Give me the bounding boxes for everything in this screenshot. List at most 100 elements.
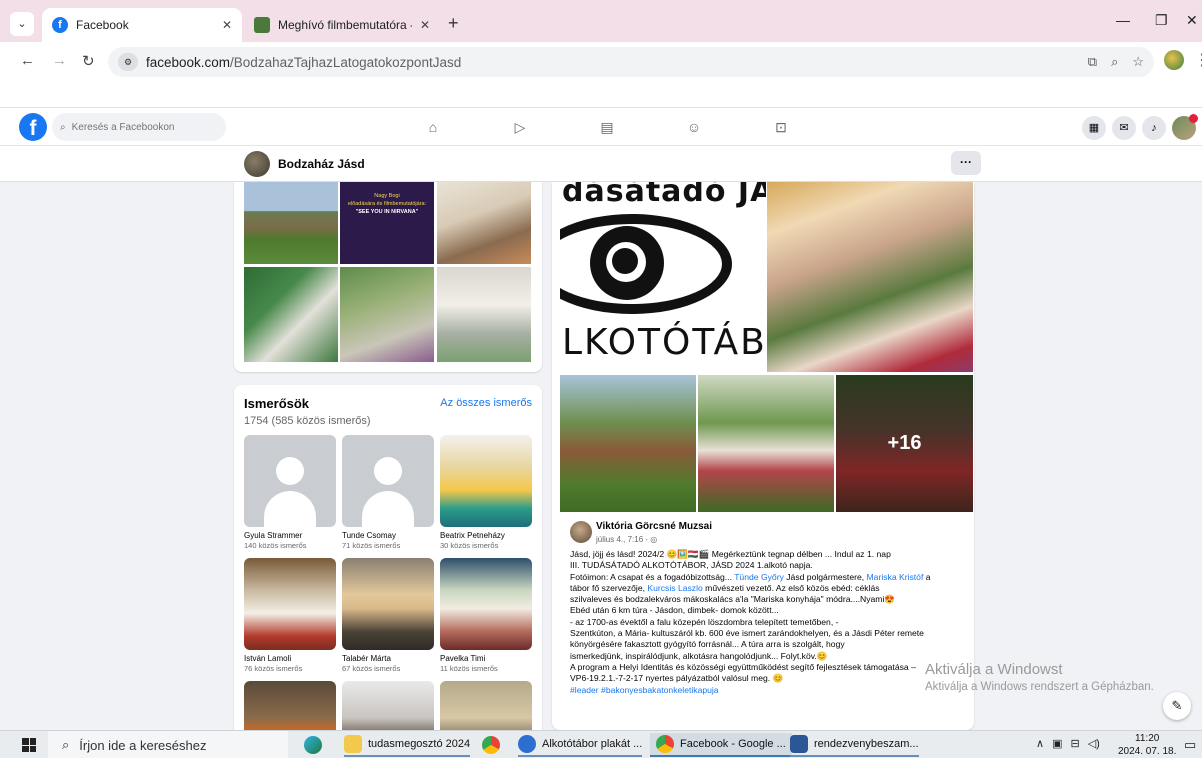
facebook-logo-icon[interactable]: f	[19, 113, 47, 141]
restore-icon[interactable]: ❐	[1155, 12, 1168, 29]
friend-item[interactable]: Talabér Márta 67 közös ismerős	[342, 558, 434, 673]
tab-search-button[interactable]: ⌄	[10, 12, 34, 36]
taskbar-app-edge[interactable]	[304, 733, 322, 757]
post-photo-poster[interactable]: dásátadó JÁS LKOTÓTÁB	[560, 182, 766, 372]
post-photo-house[interactable]	[560, 375, 696, 512]
friend-name[interactable]: Tunde Csomay	[342, 531, 434, 540]
friend-name[interactable]: István Lamoli	[244, 654, 336, 663]
friend-photo[interactable]	[244, 435, 336, 527]
photo-thumbnail[interactable]	[437, 182, 531, 264]
friend-item[interactable]	[342, 681, 434, 730]
see-all-friends-link[interactable]: Az összes ismerős	[440, 397, 532, 409]
friend-photo[interactable]	[440, 435, 532, 527]
friend-item[interactable]	[440, 681, 532, 730]
search-input[interactable]	[71, 121, 212, 133]
hashtag-links[interactable]: #leader #bakonyesbakatonkeletikapuja	[570, 685, 970, 696]
friend-photo[interactable]	[342, 558, 434, 650]
friend-photo[interactable]	[244, 558, 336, 650]
taskbar-app-folder[interactable]: tudasmegosztó 2024	[344, 733, 471, 757]
page-avatar[interactable]	[244, 151, 270, 177]
friend-item[interactable]: István Lamoli 76 közös ismerős	[244, 558, 336, 673]
friend-name[interactable]: Talabér Márta	[342, 654, 434, 663]
mention-link[interactable]: Kurcsis Laszlo	[647, 583, 702, 593]
friend-photo[interactable]	[342, 681, 434, 730]
tray-app-icon[interactable]: ▣	[1052, 737, 1062, 750]
post-line: Ebéd után 6 km túra - Jásdon, dimbek- do…	[570, 605, 779, 616]
groups-icon[interactable]: ☺	[684, 117, 704, 137]
close-window-icon[interactable]: ✕	[1186, 12, 1198, 29]
gaming-icon[interactable]: ⊡	[771, 117, 791, 137]
post-photo-garden[interactable]	[698, 375, 834, 512]
more-options-button[interactable]: ···	[951, 151, 981, 175]
messenger-icon[interactable]: ✉	[1112, 116, 1136, 140]
author-avatar[interactable]	[570, 521, 592, 543]
action-center-icon[interactable]: ▭	[1184, 737, 1196, 753]
close-icon[interactable]: ✕	[420, 18, 430, 32]
minimize-icon[interactable]: —	[1116, 12, 1130, 28]
post-author[interactable]: Viktória Görcsné Muzsai	[596, 521, 712, 532]
notifications-bell-icon[interactable]: ♪	[1142, 116, 1166, 140]
friend-item[interactable]: Pavelka Timi 11 közös ismerős	[440, 558, 532, 673]
clock-time: 11:20	[1135, 733, 1160, 744]
photo-thumbnail[interactable]	[244, 267, 338, 362]
post-card: dásátadó JÁS LKOTÓTÁB +16 Viktória Görcs…	[552, 182, 974, 730]
photo-thumbnail[interactable]	[340, 267, 434, 362]
taskbar-search[interactable]: ⌕ Írjon ide a kereséshez	[48, 731, 288, 758]
friend-name[interactable]: Pavelka Timi	[440, 654, 532, 663]
page-name[interactable]: Bodzaház Jásd	[278, 157, 365, 171]
reload-icon[interactable]: ↻	[82, 52, 95, 70]
tab-facebook[interactable]: f Facebook ✕	[42, 8, 242, 42]
volume-icon[interactable]: ◁)	[1088, 737, 1100, 750]
chevron-up-icon[interactable]: ∧	[1036, 737, 1044, 750]
new-message-button[interactable]: ✎	[1163, 692, 1191, 720]
photo-thumbnail[interactable]: Nagy Bogi előadására és filmbemutatójára…	[340, 182, 434, 264]
post-timestamp[interactable]: július 4., 7:16 · ◎	[596, 535, 657, 544]
forward-icon[interactable]: →	[52, 52, 67, 69]
activation-watermark-sub: Aktiválja a Windows rendszert a Gépházba…	[925, 681, 1154, 693]
browser-profile-avatar[interactable]	[1164, 50, 1184, 70]
marketplace-icon[interactable]: ▤	[597, 117, 617, 137]
post-line: könyörgésére fakasztott gyógyító forrásn…	[570, 639, 845, 650]
bookmark-star-icon[interactable]: ☆	[1132, 54, 1144, 70]
facebook-search[interactable]: ⌕	[52, 113, 226, 141]
photo-thumbnail[interactable]	[437, 267, 531, 362]
address-url[interactable]: facebook.com/BodzahazTajhazLatogatokozpo…	[146, 55, 461, 70]
menu-grid-icon[interactable]: ▦	[1082, 116, 1106, 140]
home-icon[interactable]: ⌂	[423, 117, 443, 137]
back-icon[interactable]: ←	[20, 52, 35, 69]
site-settings-icon[interactable]: ⚙	[118, 53, 138, 71]
tab-meghivo[interactable]: Meghívó filmbemutatóra - Jásd ✕	[244, 8, 440, 42]
friend-name[interactable]: Gyula Strammer	[244, 531, 336, 540]
mention-link[interactable]: Mariska Kristóf	[867, 572, 924, 582]
taskbar-app-chrome-profile-1[interactable]: Alkotótábor plakát ...	[518, 733, 643, 757]
account-avatar[interactable]	[1172, 114, 1198, 140]
post-text: művészeti vezető. Az első közös ebéd: cé…	[702, 582, 880, 593]
friend-photo[interactable]	[440, 558, 532, 650]
windows-start-icon[interactable]	[22, 738, 36, 752]
taskbar-app-chrome[interactable]	[482, 733, 500, 757]
friend-photo[interactable]	[244, 681, 336, 730]
post-photo-group[interactable]	[767, 182, 973, 372]
friend-item[interactable]: Gyula Strammer 140 közös ismerős	[244, 435, 336, 550]
friend-photo[interactable]	[440, 681, 532, 730]
chrome-profile-icon	[656, 735, 674, 753]
address-bar[interactable]: ⚙ facebook.com/BodzahazTajhazLatogatokoz…	[108, 47, 1154, 77]
friend-item[interactable]: Beatrix Petneházy 30 közös ismerős	[440, 435, 532, 550]
taskbar-app-word[interactable]: rendezvenybeszam...	[790, 733, 919, 757]
more-photos-overlay[interactable]: +16	[836, 375, 973, 512]
install-icon[interactable]: ⧉	[1088, 54, 1097, 70]
new-tab-button[interactable]: +	[448, 14, 459, 32]
friend-item[interactable]: Tunde Csomay 71 közös ismerős	[342, 435, 434, 550]
mention-link[interactable]: Tünde Győry	[734, 572, 784, 582]
network-icon[interactable]: ⊟	[1070, 737, 1079, 750]
taskbar-app-chrome-profile-2[interactable]: Facebook - Google ...	[650, 733, 792, 757]
friend-item[interactable]	[244, 681, 336, 730]
photo-thumbnail[interactable]	[244, 182, 338, 264]
friend-name[interactable]: Beatrix Petneházy	[440, 531, 532, 540]
taskbar-clock[interactable]: 11:20 2024. 07. 18.	[1118, 732, 1176, 758]
video-icon[interactable]: ▷	[510, 117, 530, 137]
zoom-icon[interactable]: ⌕	[1111, 54, 1118, 70]
friend-photo[interactable]	[342, 435, 434, 527]
browser-menu-icon[interactable]: ⋮	[1194, 50, 1202, 70]
close-icon[interactable]: ✕	[222, 18, 232, 32]
